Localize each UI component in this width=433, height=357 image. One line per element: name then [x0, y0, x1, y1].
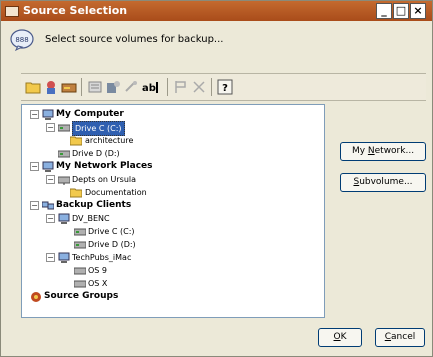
- minimize-button[interactable]: _: [376, 3, 392, 19]
- svg-text:ab: ab: [142, 83, 156, 94]
- source-tree[interactable]: − My Computer − Drive C (C:) architectur…: [21, 104, 325, 318]
- help-icon[interactable]: ?: [217, 79, 233, 95]
- collapse-icon[interactable]: −: [30, 162, 39, 171]
- source-groups-icon: [31, 292, 41, 302]
- backup-clients-icon: [42, 201, 54, 210]
- flag-icon[interactable]: [173, 79, 189, 95]
- window-title: Source Selection: [23, 4, 128, 17]
- filter-icon[interactable]: [87, 79, 103, 95]
- new-folder-icon[interactable]: [25, 79, 41, 95]
- maximize-button[interactable]: □: [393, 3, 409, 19]
- collapse-icon[interactable]: −: [46, 214, 55, 223]
- client-computer-icon: [58, 252, 70, 263]
- drive-icon: [74, 280, 86, 288]
- subvolume-button[interactable]: Subvolume...: [340, 173, 426, 192]
- permissions-icon[interactable]: [105, 79, 121, 95]
- instruction-text: Select source volumes for backup...: [45, 34, 224, 45]
- refresh-icon[interactable]: [123, 79, 139, 95]
- rename-icon[interactable]: ab: [141, 79, 161, 95]
- title-bar[interactable]: Source Selection _ □ ×: [1, 1, 432, 21]
- close-button[interactable]: ×: [410, 3, 426, 19]
- folder-icon: [70, 136, 82, 146]
- ok-button[interactable]: OK: [318, 328, 362, 347]
- window-icon: [5, 6, 19, 17]
- network-icon: [42, 161, 54, 172]
- source-selection-dialog: Source Selection _ □ × 888 Select source…: [0, 0, 433, 357]
- cancel-button[interactable]: Cancel: [375, 328, 425, 347]
- collapse-icon[interactable]: −: [30, 201, 39, 210]
- collapse-icon[interactable]: −: [46, 123, 55, 132]
- collapse-icon[interactable]: −: [30, 110, 39, 119]
- toolbar-separator: [167, 78, 168, 96]
- delete-icon[interactable]: [191, 79, 207, 95]
- drive-icon: [58, 150, 70, 158]
- drive-icon: [74, 241, 86, 249]
- collapse-icon[interactable]: −: [46, 175, 55, 184]
- client-computer-icon: [58, 213, 70, 224]
- drive-icon[interactable]: [61, 79, 77, 95]
- collapse-icon[interactable]: −: [46, 253, 55, 262]
- network-drive-icon: [58, 176, 70, 185]
- my-network-button[interactable]: My Network...: [340, 142, 426, 161]
- svg-text:888: 888: [15, 36, 28, 44]
- toolbar-separator: [211, 78, 212, 96]
- speech-bubble-icon: 888: [10, 29, 34, 51]
- toolbar-separator: [81, 78, 82, 96]
- computer-icon: [42, 109, 54, 120]
- drive-icon: [58, 124, 70, 132]
- folder-icon: [70, 188, 82, 198]
- drive-icon: [74, 228, 86, 236]
- properties-icon[interactable]: [43, 79, 59, 95]
- svg-text:?: ?: [222, 83, 228, 94]
- drive-icon: [74, 267, 86, 275]
- toolbar: ab ?: [21, 73, 426, 101]
